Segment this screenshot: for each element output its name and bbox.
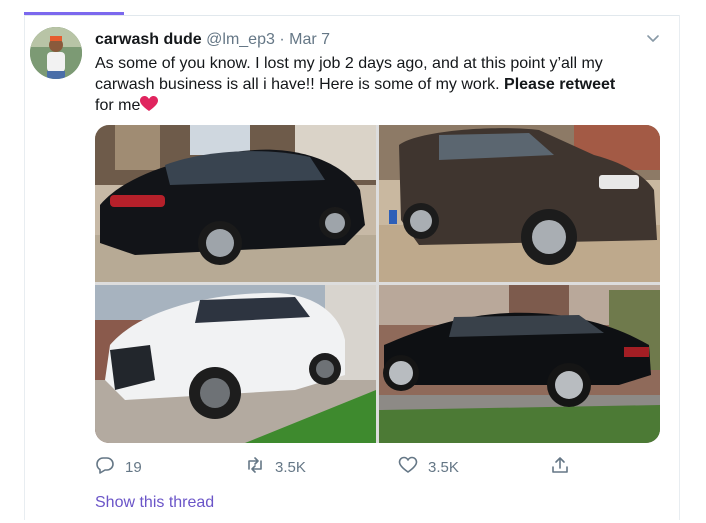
tweet-header: carwash dude @lm_ep3 · Mar 7 — [95, 30, 330, 50]
tweet-text-bold: Please retweet — [504, 76, 616, 93]
photo-black-sedan[interactable] — [95, 125, 376, 282]
photo-brown-suv[interactable] — [379, 125, 660, 282]
chevron-down-icon[interactable] — [645, 30, 661, 46]
separator-dot: · — [279, 31, 285, 48]
heart-emoji-icon — [140, 96, 159, 118]
photo-white-suv[interactable] — [95, 285, 376, 443]
reply-icon — [95, 455, 115, 479]
user-handle[interactable]: @lm_ep3 — [206, 31, 275, 48]
top-divider — [24, 15, 679, 16]
photo-black-luxury-sedan[interactable] — [379, 285, 660, 443]
card-border-left — [24, 15, 25, 520]
media-grid — [95, 125, 660, 443]
retweet-icon — [245, 455, 265, 479]
like-count: 3.5K — [428, 458, 459, 476]
tweet-date[interactable]: Mar 7 — [289, 31, 330, 48]
share-button[interactable] — [550, 455, 570, 479]
tweet-text: As some of you know. I lost my job 2 day… — [95, 53, 655, 118]
show-thread-link[interactable]: Show this thread — [95, 494, 214, 512]
reply-count: 19 — [125, 458, 142, 476]
card-border-right — [679, 15, 680, 520]
like-button[interactable]: 3.5K — [398, 455, 459, 479]
tweet-actions: 19 3.5K 3.5K — [95, 455, 568, 479]
tweet-text-part2: for me — [95, 97, 141, 114]
retweet-count: 3.5K — [275, 458, 306, 476]
heart-icon — [398, 455, 418, 479]
reply-button[interactable]: 19 — [95, 455, 142, 479]
avatar[interactable] — [30, 27, 82, 79]
retweet-button[interactable]: 3.5K — [245, 455, 306, 479]
share-icon — [550, 455, 570, 479]
display-name[interactable]: carwash dude — [95, 31, 202, 48]
